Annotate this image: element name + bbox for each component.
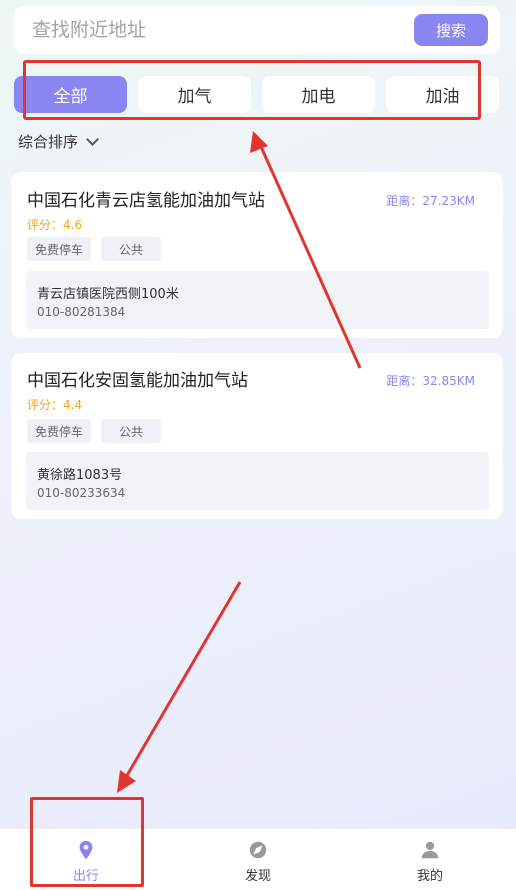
station-address: 黄徐路1083号 [37,468,123,483]
station-info: 黄徐路1083号 010-80233634 [26,452,489,510]
nav-item-discover[interactable]: 发现 [172,829,344,890]
station-distance: 距离：27.23KM [386,194,475,208]
tab-gas[interactable]: 加气 [138,76,251,113]
nav-label: 发现 [244,869,271,884]
station-rating: 评分：4.4 [27,398,83,412]
location-pin-icon [79,840,93,860]
category-tabs: 全部 加气 加电 加油 [14,76,504,114]
station-name: 中国石化安固氢能加油加气站 [27,371,248,391]
search-input[interactable] [32,19,392,41]
nav-item-mine[interactable]: 我的 [344,829,516,890]
station-rating: 评分：4.6 [27,218,83,232]
tag-public: 公共 [101,419,162,443]
sort-label: 综合排序 [18,133,79,151]
station-info: 青云店镇医院西侧100米 010-80281384 [26,271,489,329]
station-name: 中国石化青云店氢能加油加气站 [27,191,265,211]
tab-electric[interactable]: 加电 [262,76,375,113]
station-address: 青云店镇医院西侧100米 [37,287,179,302]
tab-all[interactable]: 全部 [14,76,127,113]
arrowhead-nav [117,770,136,793]
station-card[interactable]: 中国石化青云店氢能加油加气站 距离：27.23KM 评分：4.6 免费停车 公共… [11,172,503,338]
tag-free-parking: 免费停车 [27,237,92,261]
station-distance: 距离：32.85KM [386,374,475,388]
nav-label: 我的 [416,869,443,884]
bottom-navigation: 出行 发现 我的 [0,828,516,890]
nav-label: 出行 [72,869,99,884]
tag-free-parking: 免费停车 [27,419,92,443]
station-phone[interactable]: 010-80281384 [37,305,125,319]
arrow-to-nav [120,581,242,785]
tab-oil[interactable]: 加油 [386,76,499,113]
user-icon [421,841,439,859]
arrowhead-tabs [250,131,268,153]
search-bar: 搜索 [14,6,500,54]
nav-item-travel[interactable]: 出行 [0,829,172,890]
station-card[interactable]: 中国石化安固氢能加油加气站 距离：32.85KM 评分：4.4 免费停车 公共 … [11,353,503,519]
tag-public: 公共 [101,237,162,261]
chevron-down-icon [86,132,99,146]
search-button[interactable]: 搜索 [414,14,488,46]
sort-dropdown[interactable]: 综合排序 [18,131,99,152]
station-phone[interactable]: 010-80233634 [37,486,125,500]
compass-icon [249,841,267,859]
